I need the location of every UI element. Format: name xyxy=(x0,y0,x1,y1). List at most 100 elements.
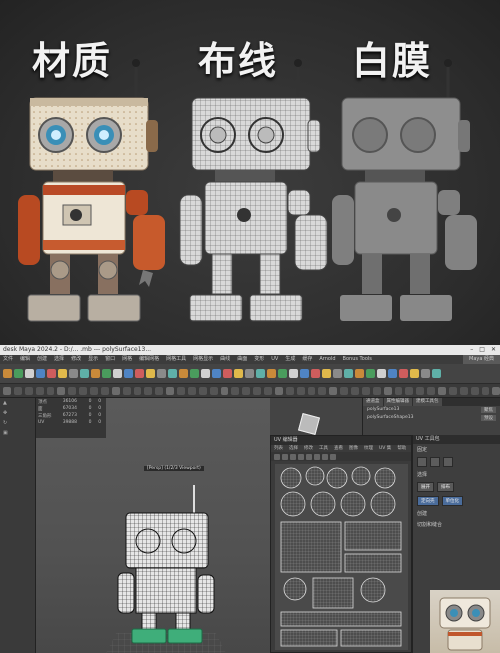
move-tool-icon[interactable]: ✥ xyxy=(0,408,35,418)
status-line-icon[interactable] xyxy=(24,386,33,395)
menu-item[interactable]: 选择 xyxy=(54,355,64,364)
shelf-tool-icon[interactable] xyxy=(344,369,353,378)
status-line-icon[interactable] xyxy=(296,386,305,395)
menu-item[interactable]: 缓存 xyxy=(302,355,312,364)
shelf-tool-icon[interactable] xyxy=(157,369,166,378)
menu-item[interactable]: 网格显示 xyxy=(193,355,213,364)
status-line-icon[interactable] xyxy=(166,386,174,395)
tab-attribute-editor[interactable]: 属性编辑器 xyxy=(383,398,412,406)
perspective-viewport[interactable]: 顶点 36106 0 0 面 67034 0 0 三角形 67273 0 0 UV 39888 0 0 [Pe… xyxy=(36,398,270,653)
uv-menu-item[interactable]: UV 集 xyxy=(379,445,391,452)
tab-channel-box[interactable]: 通道盒 xyxy=(363,398,383,406)
menu-item[interactable]: 网格工具 xyxy=(166,355,186,364)
menu-item[interactable]: 生成 xyxy=(285,355,295,364)
shelf-tool-icon[interactable] xyxy=(245,369,254,378)
status-line-icon[interactable] xyxy=(68,386,77,395)
status-line-icon[interactable] xyxy=(35,386,44,395)
shelf-tool-icon[interactable] xyxy=(36,369,45,378)
status-line-icon[interactable] xyxy=(253,386,261,395)
shelf-tool-icon[interactable] xyxy=(58,369,67,378)
shelf-tool-icon[interactable] xyxy=(3,369,12,378)
status-line-icon[interactable] xyxy=(448,386,457,395)
close-icon[interactable]: ✕ xyxy=(491,345,496,355)
status-line-icon[interactable] xyxy=(3,386,11,395)
status-line-icon[interactable] xyxy=(394,386,403,395)
shelf-tool-icon[interactable] xyxy=(113,369,122,378)
shelf-tool-icon[interactable] xyxy=(410,369,419,378)
uv-tool-icon[interactable] xyxy=(306,453,312,460)
status-line-icon[interactable] xyxy=(383,386,392,395)
uv-menu-item[interactable]: 修改 xyxy=(304,445,313,452)
shelf-tool-icon[interactable] xyxy=(179,369,188,378)
shelf-tool-icon[interactable] xyxy=(91,369,100,378)
uv-menu-item[interactable]: 纹理 xyxy=(364,445,373,452)
shelf-tool-icon[interactable] xyxy=(146,369,155,378)
section-pin-label[interactable]: 固定 xyxy=(417,446,427,453)
status-line-icon[interactable] xyxy=(79,386,87,395)
uv-menu-item[interactable]: 帮助 xyxy=(397,445,406,452)
status-line-icon[interactable] xyxy=(372,386,381,395)
shelf-tool-icon[interactable] xyxy=(399,369,408,378)
shelf-tool-icon[interactable] xyxy=(432,369,441,378)
shelf-tool-icon[interactable] xyxy=(190,369,199,378)
status-line-icon[interactable] xyxy=(264,386,272,395)
menu-item[interactable]: Bonus Tools xyxy=(343,355,372,364)
shelf-tool-icon[interactable] xyxy=(80,369,89,378)
status-line-icon[interactable] xyxy=(57,386,66,395)
uv-tool-icon[interactable] xyxy=(330,453,336,460)
unpin-icon[interactable] xyxy=(430,457,440,467)
uv-tool-icon[interactable] xyxy=(282,453,288,460)
uv-tool-icon[interactable] xyxy=(290,453,296,460)
status-line-icon[interactable] xyxy=(470,386,479,395)
unitize-button[interactable]: 单位化 xyxy=(441,496,463,506)
maximize-icon[interactable]: □ xyxy=(479,345,485,355)
status-line-icon[interactable] xyxy=(177,386,185,395)
unfold-button[interactable]: 展开 xyxy=(417,482,434,492)
uv-menu-item[interactable]: 图像 xyxy=(349,445,358,452)
status-line-icon[interactable] xyxy=(481,386,490,395)
menu-item[interactable]: 窗口 xyxy=(105,355,115,364)
shelf-tool-icon[interactable] xyxy=(278,369,287,378)
status-line-icon[interactable] xyxy=(329,386,338,395)
shelf-tool-icon[interactable] xyxy=(102,369,111,378)
status-line-icon[interactable] xyxy=(231,386,240,395)
shelf-tool-icon[interactable] xyxy=(366,369,375,378)
shelf-tool-icon[interactable] xyxy=(267,369,276,378)
select-tool-icon[interactable]: ▲ xyxy=(0,398,35,408)
status-line-icon[interactable] xyxy=(427,386,435,395)
status-line-icon[interactable] xyxy=(438,386,446,395)
status-line-icon[interactable] xyxy=(307,386,316,395)
rotate-tool-icon[interactable]: ↻ xyxy=(0,418,35,428)
layout-button[interactable]: 排布 xyxy=(437,482,454,492)
workspace-selector[interactable]: Maya 经典 xyxy=(463,355,500,364)
uv-tool-icon[interactable] xyxy=(298,453,304,460)
uv-tool-icon[interactable] xyxy=(274,453,280,460)
status-line-icon[interactable] xyxy=(318,386,327,395)
tab-modeling-toolkit[interactable]: 建模工具包 xyxy=(413,398,442,406)
status-line-icon[interactable] xyxy=(274,386,283,395)
shelf-tool-icon[interactable] xyxy=(124,369,133,378)
status-line-icon[interactable] xyxy=(416,386,425,395)
menu-item[interactable]: 曲面 xyxy=(237,355,247,364)
shelf-tool-icon[interactable] xyxy=(223,369,232,378)
status-line-icon[interactable] xyxy=(122,386,131,395)
menu-item[interactable]: 变形 xyxy=(254,355,264,364)
shelf-tool-icon[interactable] xyxy=(47,369,56,378)
shelf-tool-icon[interactable] xyxy=(14,369,23,378)
status-line-icon[interactable] xyxy=(340,386,348,395)
shelf-tool-icon[interactable] xyxy=(388,369,397,378)
status-line-icon[interactable] xyxy=(351,386,359,395)
menu-item[interactable]: 修改 xyxy=(71,355,81,364)
section-select-label[interactable]: 选择 xyxy=(417,471,427,478)
pin-icon[interactable] xyxy=(417,457,427,467)
shelf-tool-icon[interactable] xyxy=(289,369,298,378)
shelf-tool-icon[interactable] xyxy=(355,369,364,378)
status-line-icon[interactable] xyxy=(361,386,370,395)
view-cube[interactable] xyxy=(297,412,321,436)
shelf-tool-icon[interactable] xyxy=(135,369,144,378)
shelf-tool-icon[interactable] xyxy=(168,369,177,378)
focus-button[interactable]: 聚焦 xyxy=(481,407,496,413)
status-line-icon[interactable] xyxy=(155,386,164,395)
shelf-tool-icon[interactable] xyxy=(421,369,430,378)
shelf-tool-icon[interactable] xyxy=(25,369,34,378)
